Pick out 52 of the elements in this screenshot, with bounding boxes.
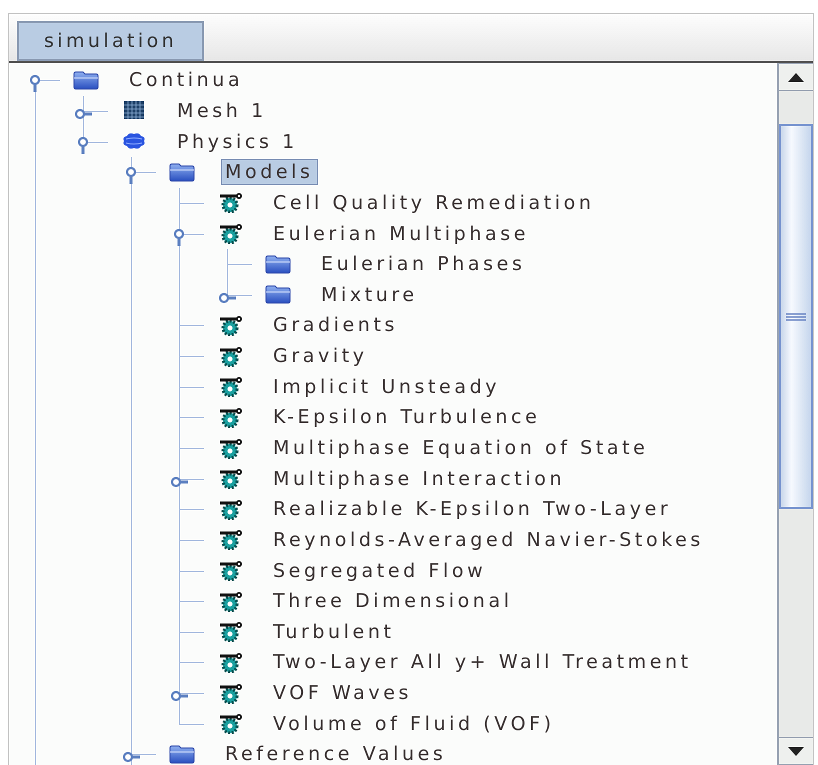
tree-item[interactable]: Volume of Fluid (VOF)	[269, 710, 559, 737]
tree-item[interactable]: Reynolds-Averaged Navier-Stokes	[269, 526, 708, 553]
tree-item[interactable]: Three Dimensional	[269, 588, 517, 614]
folder-icon	[265, 284, 291, 306]
tab[interactable]: simulation	[17, 21, 204, 61]
tree-item[interactable]: Two-Layer All y+ Wall Treatment	[269, 649, 696, 676]
folder-icon	[265, 254, 291, 275]
folder-icon	[73, 70, 99, 91]
folder-icon	[169, 744, 195, 765]
scroll-thumb[interactable]	[779, 124, 813, 509]
tree-item[interactable]: Multiphase Interaction	[269, 466, 570, 492]
tree-item[interactable]: Implicit Unsteady	[269, 374, 504, 400]
gear-icon	[217, 468, 243, 490]
grid-icon	[121, 100, 147, 122]
gear-icon	[217, 223, 243, 244]
gear-icon	[217, 376, 243, 398]
gear-icon	[217, 713, 243, 734]
gear-icon	[217, 438, 243, 458]
up-arrow-icon	[788, 72, 804, 82]
tree-item[interactable]: Models	[221, 159, 318, 186]
tree-item[interactable]: Realizable K-Epsilon Two-Layer	[269, 496, 676, 522]
tree-item[interactable]: K-Epsilon Turbulence	[269, 404, 544, 430]
gear-icon	[217, 652, 243, 673]
tree-item[interactable]: Mixture	[317, 282, 422, 308]
gear-icon	[217, 192, 243, 214]
gear-icon	[217, 529, 243, 550]
folder-icon	[169, 162, 195, 183]
tree-item[interactable]: Eulerian Multiphase	[269, 220, 534, 247]
tree-item[interactable]: Reference Values	[221, 741, 450, 765]
gear-icon	[217, 498, 243, 520]
gear-icon	[217, 682, 243, 704]
tree-item[interactable]: VOF Waves	[269, 680, 416, 706]
tree-item[interactable]: Mesh 1	[173, 98, 271, 124]
scroll-up-button[interactable]	[779, 63, 813, 91]
gear-icon	[217, 590, 243, 612]
tree-item[interactable]: Physics 1	[173, 128, 302, 155]
gear-icon	[217, 406, 243, 428]
scroll-down-button[interactable]	[779, 737, 813, 765]
tree-item[interactable]: Segregated Flow	[269, 558, 490, 584]
gear-icon	[217, 314, 243, 336]
tree-item[interactable]: Multiphase Equation of State	[269, 435, 652, 461]
tree-item[interactable]: Gravity	[269, 343, 372, 370]
tree-item[interactable]: Gradients	[269, 312, 402, 338]
gear-icon	[217, 346, 243, 367]
tree-item[interactable]: Eulerian Phases	[317, 251, 530, 278]
down-arrow-icon	[788, 746, 804, 756]
tree-item[interactable]: Turbulent	[269, 618, 399, 645]
gear-icon	[217, 560, 243, 582]
tree-item[interactable]: Continua	[125, 67, 248, 94]
scrollbar[interactable]	[777, 63, 813, 765]
tree-item[interactable]: Cell Quality Remediation	[269, 190, 598, 216]
gear-icon	[217, 621, 243, 642]
